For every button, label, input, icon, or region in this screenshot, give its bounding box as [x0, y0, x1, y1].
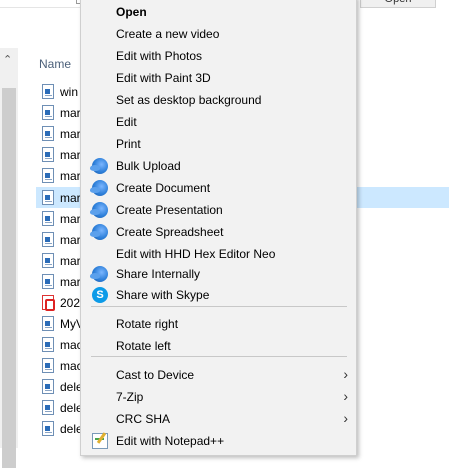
document-icon — [42, 232, 54, 247]
menu-item-label: Edit with HHD Hex Editor Neo — [116, 247, 276, 261]
scroll-up-arrow-icon[interactable]: ⌃ — [3, 54, 12, 66]
menu-item-create-document[interactable]: Create Document — [82, 177, 356, 199]
cloud-upload-icon — [90, 266, 108, 282]
document-icon — [42, 421, 54, 436]
file-name: 202 — [60, 296, 81, 310]
document-icon — [42, 400, 54, 415]
file-name: mar — [60, 254, 81, 268]
menu-item-label: Edit — [116, 115, 137, 129]
menu-item-label: Create Spreadsheet — [116, 225, 224, 239]
pdf-icon — [42, 295, 55, 311]
toolbar-divider — [0, 0, 80, 8]
document-icon — [42, 84, 54, 99]
file-name: mar — [60, 233, 81, 247]
file-name: mar — [60, 191, 81, 205]
file-name: mar — [60, 212, 81, 226]
document-icon — [42, 274, 54, 289]
menu-item-label: 7-Zip — [116, 390, 144, 404]
menu-item-label: Rotate left — [116, 339, 171, 353]
scrollbar-thumb[interactable] — [2, 88, 16, 468]
document-icon — [42, 379, 54, 394]
menu-item-crc-sha[interactable]: CRC SHA › — [82, 408, 356, 430]
menu-item-label: Edit with Notepad++ — [116, 434, 225, 448]
document-icon — [42, 147, 54, 162]
menu-item-edit-with-paint-3d[interactable]: Edit with Paint 3D — [82, 67, 356, 89]
menu-item-rotate-left[interactable]: Rotate left — [82, 335, 356, 357]
file-name: mar — [60, 275, 81, 289]
context-menu: Open Create a new video Edit with Photos… — [80, 0, 357, 456]
menu-item-label: Edit with Paint 3D — [116, 71, 211, 85]
menu-item-print[interactable]: Print — [82, 133, 356, 155]
menu-item-7-zip[interactable]: 7-Zip › — [82, 386, 356, 408]
menu-item-create-new-video[interactable]: Create a new video — [82, 23, 356, 45]
menu-item-label: CRC SHA — [116, 412, 171, 426]
menu-item-label: Bulk Upload — [116, 159, 181, 173]
menu-item-label: Print — [116, 137, 141, 151]
document-icon — [42, 190, 54, 205]
cloud-upload-icon — [90, 158, 108, 174]
menu-item-cast-to-device[interactable]: Cast to Device › — [82, 364, 356, 386]
menu-item-create-presentation[interactable]: Create Presentation — [82, 199, 356, 221]
menu-item-label: Share with Skype — [116, 288, 210, 302]
document-icon — [42, 337, 54, 352]
skype-icon: S — [92, 287, 108, 303]
menu-item-edit-with-photos[interactable]: Edit with Photos — [82, 45, 356, 67]
chevron-right-icon: › — [343, 388, 348, 404]
file-name: mar — [60, 148, 81, 162]
notepad-icon — [92, 433, 108, 449]
column-header-name[interactable]: Name — [39, 57, 71, 71]
menu-item-edit-with-hex-editor[interactable]: Edit with HHD Hex Editor Neo — [82, 243, 356, 265]
menu-item-edit-with-notepad-plus-plus[interactable]: Edit with Notepad++ — [82, 430, 356, 452]
file-name: mar — [60, 106, 81, 120]
menu-item-share-internally[interactable]: Share Internally — [82, 263, 356, 285]
menu-item-label: Set as desktop background — [116, 93, 262, 107]
menu-item-rotate-right[interactable]: Rotate right — [82, 313, 356, 335]
file-name: mar — [60, 169, 81, 183]
cloud-upload-icon — [90, 202, 108, 218]
chevron-right-icon: › — [343, 410, 348, 426]
menu-separator — [91, 356, 347, 357]
cloud-upload-icon — [90, 180, 108, 196]
open-button[interactable]: Open — [360, 0, 436, 8]
document-icon — [42, 105, 54, 120]
menu-item-set-desktop-background[interactable]: Set as desktop background — [82, 89, 356, 111]
menu-item-share-with-skype[interactable]: S Share with Skype — [82, 284, 356, 306]
menu-item-label: Create Presentation — [116, 203, 223, 217]
navigation-pane-scrollbar[interactable]: ⌃ — [0, 48, 18, 468]
menu-item-create-spreadsheet[interactable]: Create Spreadsheet — [82, 221, 356, 243]
menu-item-open[interactable]: Open — [82, 1, 356, 23]
menu-item-label: Share Internally — [116, 267, 201, 281]
document-icon — [42, 253, 54, 268]
chevron-right-icon: › — [343, 366, 348, 382]
file-name: win — [60, 85, 79, 99]
menu-item-edit[interactable]: Edit — [82, 111, 356, 133]
cloud-upload-icon — [90, 224, 108, 240]
menu-separator — [91, 306, 347, 307]
menu-item-label: Edit with Photos — [116, 49, 203, 63]
menu-item-label: Create a new video — [116, 27, 220, 41]
menu-item-label: Create Document — [116, 181, 211, 195]
menu-item-bulk-upload[interactable]: Bulk Upload — [82, 155, 356, 177]
document-icon — [42, 126, 54, 141]
menu-item-label: Rotate right — [116, 317, 179, 331]
file-name: mar — [60, 127, 81, 141]
menu-item-label: Cast to Device — [116, 368, 195, 382]
document-icon — [42, 168, 54, 183]
document-icon — [42, 211, 54, 226]
menu-item-label: Open — [116, 5, 147, 19]
document-icon — [42, 316, 54, 331]
document-icon — [42, 358, 54, 373]
